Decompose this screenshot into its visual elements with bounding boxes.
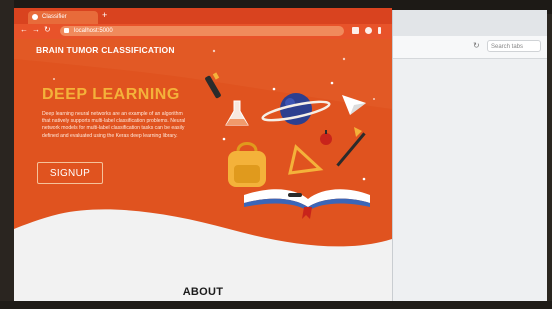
reload-button[interactable]: ↻ xyxy=(44,25,51,34)
open-book-icon xyxy=(244,189,370,219)
web-page: BRAIN TUMOR CLASSIFICATION DEEP LEARNING… xyxy=(14,39,392,304)
profile-avatar-icon[interactable] xyxy=(365,27,372,34)
about-section-title[interactable]: ABOUT xyxy=(14,286,392,298)
secondary-tab-strip xyxy=(393,10,547,36)
flask-icon xyxy=(225,100,249,126)
monitor-bezel-left xyxy=(0,0,14,309)
paper-plane-icon xyxy=(342,95,366,115)
triangle-ruler-icon xyxy=(288,144,324,175)
backpack-icon xyxy=(228,142,266,187)
forward-button[interactable]: → xyxy=(32,25,40,34)
tab-bar: Classifier + xyxy=(14,8,392,24)
extension-icon[interactable] xyxy=(352,27,359,34)
telescope-icon xyxy=(205,72,221,99)
tab-title: Classifier xyxy=(42,14,67,20)
tab-classifier[interactable]: Classifier xyxy=(28,11,98,24)
monitor-bezel-bottom xyxy=(0,301,552,309)
new-tab-button[interactable]: + xyxy=(102,10,107,20)
paintbrush-icon xyxy=(336,127,366,167)
secondary-search-input[interactable]: Search tabs xyxy=(487,40,541,52)
address-bar[interactable]: localhost:5000 xyxy=(60,26,344,36)
address-text: localhost:5000 xyxy=(74,28,113,34)
secondary-reload-icon[interactable]: ↻ xyxy=(473,41,480,50)
hero-description: Deep learning neural networks are an exa… xyxy=(42,111,186,139)
education-illustration xyxy=(205,72,370,219)
menu-kebab-icon[interactable] xyxy=(378,27,381,34)
apple-icon xyxy=(320,130,332,145)
lock-icon xyxy=(64,28,69,33)
main-browser-window: Classifier + ← → ↻ localhost:5000 BRAIN … xyxy=(14,8,392,304)
back-button[interactable]: ← xyxy=(20,25,28,34)
hero-headline: DEEP LEARNING xyxy=(42,86,180,103)
globe-icon xyxy=(261,93,331,125)
site-brand[interactable]: BRAIN TUMOR CLASSIFICATION xyxy=(36,45,175,55)
secondary-browser-window: ↻ Search tabs xyxy=(392,10,547,302)
signup-button[interactable]: SIGNUP xyxy=(37,162,103,184)
favicon-icon xyxy=(32,14,38,20)
